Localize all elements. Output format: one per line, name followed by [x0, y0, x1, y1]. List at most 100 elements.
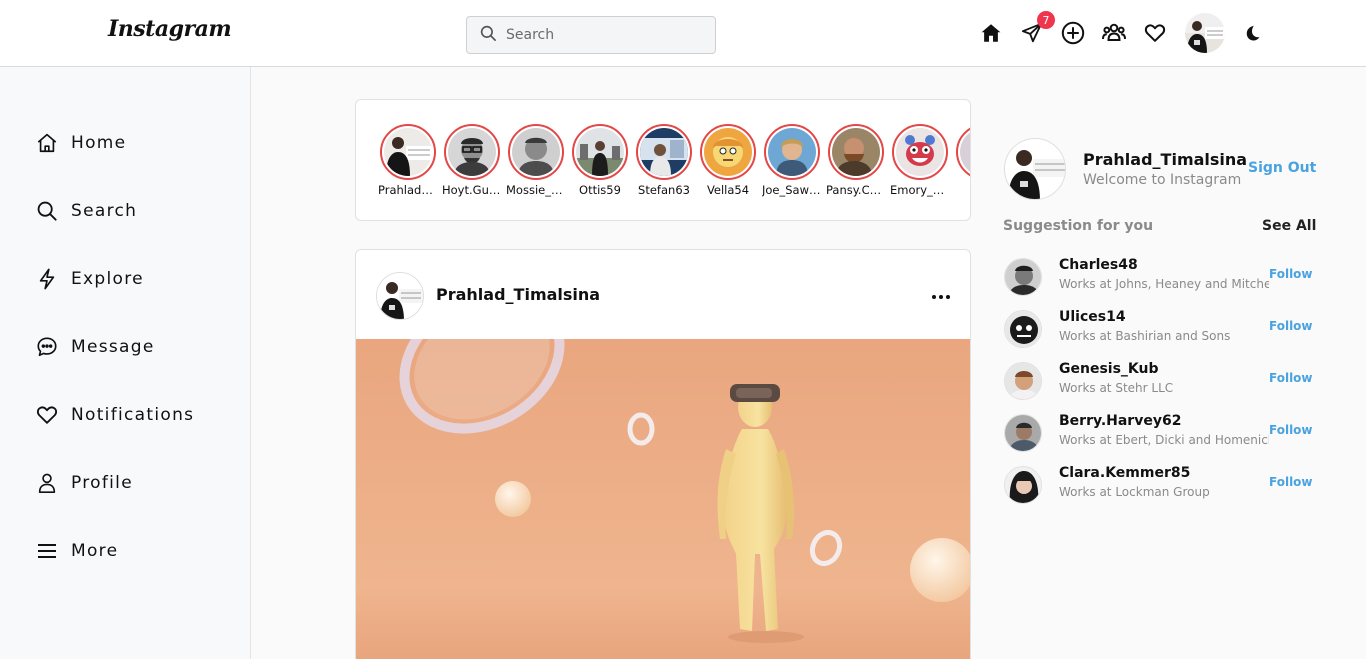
top-navbar: Instagram 7 — [0, 0, 1366, 67]
story-avatar — [832, 128, 880, 176]
stories-bar: Prahlad_Timalsina Hoyt.Gutkowski Mossie_… — [355, 99, 971, 221]
suggestion-avatar[interactable] — [1004, 466, 1042, 504]
suggestion-item: Berry.Harvey62 Works at Ebert, Dicki and… — [1004, 413, 1313, 454]
story-item[interactable]: M — [954, 124, 970, 197]
story-avatar — [960, 128, 970, 176]
chat-icon — [36, 336, 58, 358]
more-options-icon[interactable] — [931, 288, 951, 300]
message-count-badge: 7 — [1037, 11, 1055, 29]
sidebar-item-label: Profile — [71, 473, 133, 493]
sidebar: Home Search Explore Message Notification… — [0, 67, 251, 659]
post-username[interactable]: Prahlad_Timalsina — [436, 285, 600, 304]
suggestion-work: Works at Ebert, Dicki and Homenick — [1059, 433, 1269, 447]
story-ring — [444, 124, 500, 180]
suggestion-avatar[interactable] — [1004, 258, 1042, 296]
post-image[interactable] — [356, 288, 970, 659]
bolt-icon — [36, 268, 58, 290]
story-avatar — [640, 128, 688, 176]
follow-button[interactable]: Follow — [1269, 371, 1313, 385]
story-ring — [380, 124, 436, 180]
story-ring — [892, 124, 948, 180]
suggestion-item: Ulices14 Works at Bashirian and Sons Fol… — [1004, 309, 1313, 350]
suggestion-work: Works at Stehr LLC — [1059, 381, 1174, 395]
heart-icon[interactable] — [1142, 20, 1168, 46]
sidebar-item-label: More — [71, 541, 119, 561]
story-username: Mossie_Kutch — [506, 183, 566, 197]
suggestion-item: Charles48 Works at Johns, Heaney and Mit… — [1004, 257, 1313, 298]
sidebar-item-notifications[interactable]: Notifications — [36, 400, 194, 430]
story-item[interactable]: Emory_Hand — [890, 124, 950, 197]
story-ring — [636, 124, 692, 180]
sidebar-item-more[interactable]: More — [36, 536, 118, 566]
suggestion-avatar[interactable] — [1004, 310, 1042, 348]
search-icon — [479, 24, 497, 46]
suggestion-work: Works at Johns, Heaney and Mitchell — [1059, 277, 1269, 291]
story-ring — [764, 124, 820, 180]
story-item[interactable]: Mossie_Kutch — [506, 124, 566, 197]
story-item[interactable]: Ottis59 — [572, 124, 628, 197]
follow-button[interactable]: Follow — [1269, 475, 1313, 489]
sidebar-item-message[interactable]: Message — [36, 332, 155, 362]
story-item[interactable]: Stefan63 — [636, 124, 692, 197]
post-header: Prahlad_Timalsina — [356, 250, 970, 339]
story-avatar — [384, 128, 432, 176]
sidebar-item-home[interactable]: Home — [36, 128, 126, 158]
moon-icon[interactable] — [1239, 20, 1265, 46]
story-username: Ottis59 — [579, 183, 621, 197]
story-avatar — [576, 128, 624, 176]
story-item[interactable]: Joe_Sawayn — [762, 124, 822, 197]
suggestion-work: Works at Lockman Group — [1059, 485, 1210, 499]
search-icon — [36, 200, 58, 222]
suggestion-username[interactable]: Charles48 — [1059, 257, 1138, 273]
sign-out-button[interactable]: Sign Out — [1248, 160, 1316, 176]
send-icon[interactable]: 7 — [1019, 11, 1055, 46]
story-username: Pansy.Carroll — [826, 183, 886, 197]
sidebar-item-label: Explore — [71, 269, 144, 289]
sidebar-item-search[interactable]: Search — [36, 196, 137, 226]
sidebar-item-label: Notifications — [71, 405, 195, 425]
story-username: Hoyt.Gutkowski — [442, 183, 502, 197]
search-input[interactable] — [506, 27, 706, 43]
suggestion-username[interactable]: Ulices14 — [1059, 309, 1126, 325]
story-avatar — [704, 128, 752, 176]
story-avatar — [896, 128, 944, 176]
story-item[interactable]: Hoyt.Gutkowski — [442, 124, 502, 197]
header-actions: 7 — [978, 11, 1280, 54]
current-user-avatar[interactable] — [1004, 138, 1066, 200]
search-bar[interactable] — [466, 16, 716, 54]
suggestion-work: Works at Bashirian and Sons — [1059, 329, 1231, 343]
follow-button[interactable]: Follow — [1269, 423, 1313, 437]
add-post-icon[interactable] — [1060, 20, 1086, 46]
sidebar-item-label: Message — [71, 337, 155, 357]
home-icon — [36, 132, 58, 154]
story-ring — [956, 124, 970, 180]
story-ring — [508, 124, 564, 180]
suggestion-username[interactable]: Clara.Kemmer85 — [1059, 465, 1190, 481]
story-username: M — [954, 183, 970, 197]
story-item[interactable]: Pansy.Carroll — [826, 124, 886, 197]
story-item[interactable]: Prahlad_Timalsina — [378, 124, 438, 197]
sidebar-item-label: Home — [71, 133, 127, 153]
instagram-logo[interactable]: Instagram — [108, 16, 232, 42]
sidebar-item-profile[interactable]: Profile — [36, 468, 133, 498]
suggestion-item: Genesis_Kub Works at Stehr LLC Follow — [1004, 361, 1313, 402]
suggestion-avatar[interactable] — [1004, 362, 1042, 400]
story-ring — [828, 124, 884, 180]
story-avatar — [512, 128, 560, 176]
see-all-link[interactable]: See All — [1262, 218, 1316, 234]
suggestion-avatar[interactable] — [1004, 414, 1042, 452]
follow-button[interactable]: Follow — [1269, 319, 1313, 333]
story-username: Joe_Sawayn — [762, 183, 822, 197]
people-icon[interactable] — [1101, 20, 1127, 46]
avatar[interactable] — [1185, 13, 1225, 53]
current-username[interactable]: Prahlad_Timalsina — [1083, 150, 1247, 169]
user-icon — [36, 472, 58, 494]
post-avatar[interactable] — [376, 272, 424, 320]
sidebar-item-label: Search — [71, 201, 138, 221]
home-icon[interactable] — [978, 20, 1004, 46]
sidebar-item-explore[interactable]: Explore — [36, 264, 144, 294]
suggestion-username[interactable]: Genesis_Kub — [1059, 361, 1159, 377]
story-item[interactable]: Vella54 — [700, 124, 756, 197]
follow-button[interactable]: Follow — [1269, 267, 1313, 281]
suggestion-username[interactable]: Berry.Harvey62 — [1059, 413, 1181, 429]
